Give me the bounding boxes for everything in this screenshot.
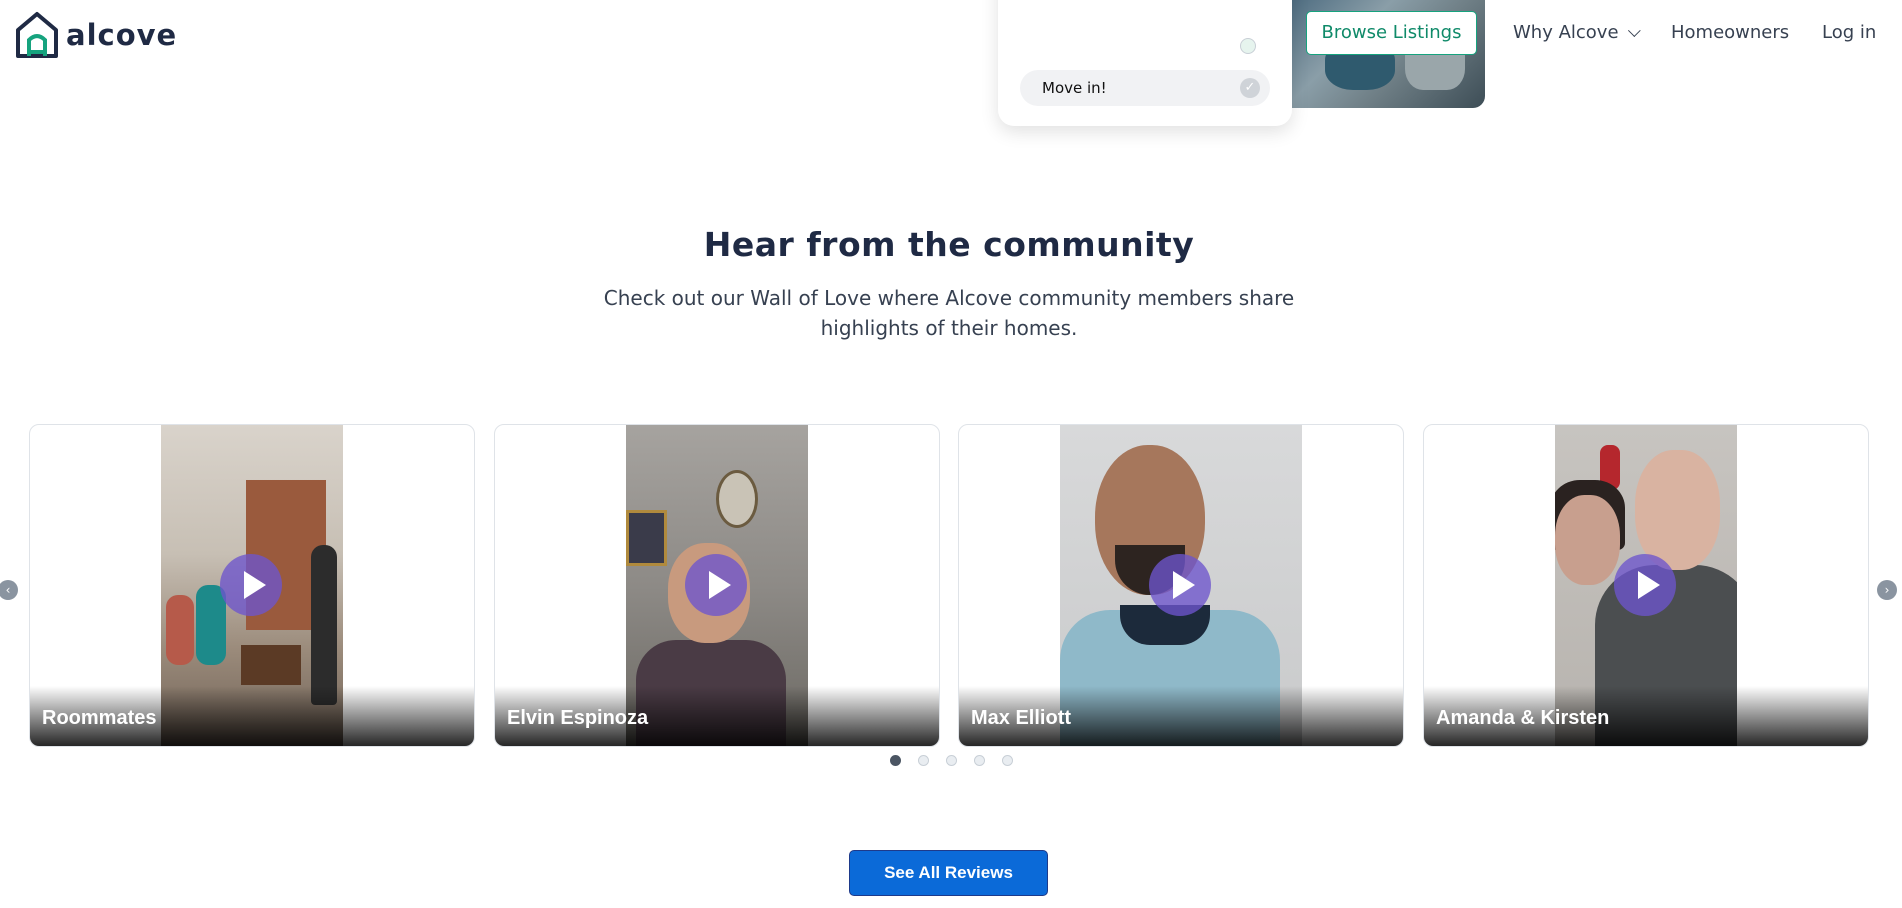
nav-why-alcove[interactable]: Why Alcove (1513, 22, 1641, 43)
carousel-pagination (890, 755, 1013, 766)
section-title: Hear from the community (703, 225, 1195, 264)
play-icon[interactable] (220, 554, 282, 616)
nav-homeowners[interactable]: Homeowners (1671, 22, 1789, 43)
video-card-name: Roommates (42, 707, 157, 729)
video-card-amanda-kirsten[interactable]: Amanda & Kirsten (1423, 424, 1869, 747)
play-icon[interactable] (1149, 554, 1211, 616)
video-card-roommates[interactable]: Roommates (29, 424, 475, 747)
check-icon: ✓ (1240, 78, 1260, 98)
pagination-dot[interactable] (890, 755, 901, 766)
logo-house-icon (16, 12, 58, 58)
play-icon[interactable] (685, 554, 747, 616)
play-icon[interactable] (1614, 554, 1676, 616)
video-card-name: Max Elliott (971, 707, 1072, 729)
logo-text: alcove (66, 18, 178, 52)
chevron-right-icon[interactable]: › (1877, 580, 1897, 600)
pagination-dot[interactable] (918, 755, 929, 766)
video-card-name: Amanda & Kirsten (1436, 707, 1610, 729)
video-card-name: Elvin Espinoza (507, 707, 649, 729)
nav-login[interactable]: Log in (1822, 22, 1876, 43)
section-subtitle: Check out our Wall of Love where Alcove … (603, 286, 1295, 340)
chevron-down-icon (1627, 24, 1641, 38)
see-all-reviews-button[interactable]: See All Reviews (849, 850, 1048, 896)
nav-why-alcove-label: Why Alcove (1513, 22, 1619, 43)
step-move-in: Move in! ✓ (1020, 70, 1270, 106)
video-card-max-elliott[interactable]: Max Elliott (958, 424, 1404, 747)
pagination-dot[interactable] (946, 755, 957, 766)
video-card-elvin-espinoza[interactable]: Elvin Espinoza (494, 424, 940, 747)
chevron-left-icon[interactable]: ‹ (0, 580, 18, 600)
pagination-dot[interactable] (1002, 755, 1013, 766)
logo[interactable]: alcove (14, 10, 177, 60)
browse-listings-button[interactable]: Browse Listings (1306, 11, 1477, 55)
step-move-in-label: Move in! (1042, 79, 1107, 97)
pagination-dot[interactable] (974, 755, 985, 766)
site-header: alcove Browse Listings Why Alcove Homeow… (0, 0, 1902, 68)
